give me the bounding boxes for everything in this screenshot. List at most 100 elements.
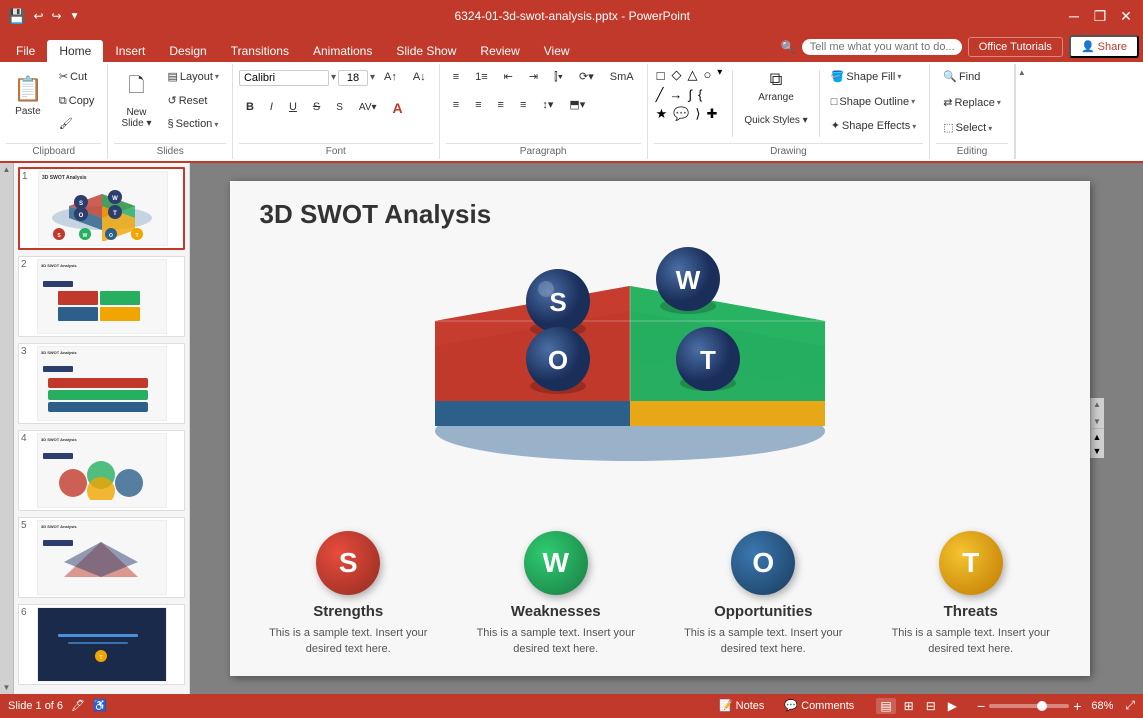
font-name-dropdown[interactable]: ▾ <box>331 72 336 83</box>
tab-insert[interactable]: Insert <box>103 40 157 62</box>
ribbon-collapse-button[interactable]: ▲ <box>1015 64 1039 159</box>
customize-icon[interactable]: ▼ <box>70 11 80 22</box>
scroll-down-button[interactable]: ▼ <box>1091 415 1103 428</box>
text-box-button[interactable]: ⬒▾ <box>562 94 592 118</box>
slide-thumb-5[interactable]: 5 3D SWOT Analysis <box>18 517 185 598</box>
replace-button[interactable]: ⇄ Replace ▾ <box>936 92 1008 116</box>
tab-transitions[interactable]: Transitions <box>219 40 301 62</box>
line-spacing-button[interactable]: ↕▾ <box>535 94 560 118</box>
text-direction-button[interactable]: ⟳▾ <box>572 66 601 90</box>
font-color-button[interactable]: A <box>386 94 410 122</box>
bold-button[interactable]: B <box>239 96 261 120</box>
close-button[interactable]: ✕ <box>1117 7 1135 25</box>
zoom-level[interactable]: 68% <box>1085 700 1113 712</box>
align-left-button[interactable]: ≡ <box>446 94 466 118</box>
triangle-shape[interactable]: △ <box>685 66 699 85</box>
ribbon-search-input[interactable] <box>802 39 962 55</box>
slide-canvas[interactable]: 3D SWOT Analysis <box>230 181 1090 676</box>
sidebar-scroll-top[interactable]: ▲ ▼ <box>0 163 14 694</box>
increase-indent-button[interactable]: ⇥ <box>522 66 545 90</box>
tab-review[interactable]: Review <box>468 40 531 62</box>
char-spacing-button[interactable]: AV▾ <box>352 97 384 119</box>
columns-button[interactable]: ⫿▾ <box>547 66 570 90</box>
tab-animations[interactable]: Animations <box>301 40 384 62</box>
cut-button[interactable]: ✂ Cut <box>52 66 102 90</box>
curve-shape[interactable]: ∫ <box>686 86 694 104</box>
shapes-more[interactable]: ▾ <box>715 66 724 85</box>
decrease-indent-button[interactable]: ⇤ <box>497 66 520 90</box>
bracket-shape[interactable]: { <box>696 86 704 104</box>
scroll-extra-2[interactable]: ▼ <box>1093 446 1102 456</box>
tab-view[interactable]: View <box>532 40 582 62</box>
arrow-shape[interactable]: → <box>667 86 684 104</box>
star-shape[interactable]: ★ <box>654 105 670 123</box>
save-icon[interactable]: 💾 <box>8 8 25 25</box>
underline-button[interactable]: U <box>282 96 304 120</box>
circle-shape[interactable]: ○ <box>701 66 713 85</box>
arrange-button[interactable]: ⧉ Arrange <box>737 66 814 106</box>
slide-thumb-4[interactable]: 4 3D SWOT Analysis <box>18 430 185 511</box>
font-size-dropdown[interactable]: ▾ <box>370 72 375 83</box>
font-size-input[interactable] <box>338 70 368 86</box>
office-tutorials-button[interactable]: Office Tutorials <box>968 37 1063 57</box>
share-button[interactable]: 👤 Share <box>1069 35 1139 58</box>
shadow-button[interactable]: S <box>329 97 350 119</box>
slide-sorter-button[interactable]: ⊞ <box>900 698 918 714</box>
format-painter-button[interactable]: 🖌 <box>52 113 102 137</box>
zoom-out-button[interactable]: − <box>977 698 985 714</box>
scroll-up-button[interactable]: ▲ <box>1091 398 1103 411</box>
shape-fill-button[interactable]: 🪣 Shape Fill ▾ <box>824 66 924 90</box>
slide-thumb-6[interactable]: 6 T <box>18 604 185 685</box>
zoom-in-button[interactable]: + <box>1073 698 1081 714</box>
redo-icon[interactable]: ↪ <box>52 9 62 23</box>
tab-design[interactable]: Design <box>157 40 218 62</box>
strikethrough-button[interactable]: S <box>306 96 327 120</box>
new-slide-button[interactable]: 🗋 NewSlide ▾ <box>114 66 158 134</box>
reset-button[interactable]: ↺ Reset <box>160 90 225 114</box>
notes-button[interactable]: 📝 Notes <box>713 697 770 714</box>
section-button[interactable]: § Section ▾ <box>160 113 225 137</box>
smart-art-button[interactable]: SmA <box>603 66 641 90</box>
tab-file[interactable]: File <box>4 40 47 62</box>
bullets-button[interactable]: ≡ <box>446 66 466 90</box>
find-button[interactable]: 🔍 Find <box>936 66 987 90</box>
minimize-button[interactable]: ─ <box>1065 7 1083 25</box>
zoom-slider[interactable] <box>989 704 1069 708</box>
shape-effects-button[interactable]: ✦ Shape Effects ▾ <box>824 115 924 139</box>
reading-view-button[interactable]: ⊟ <box>922 698 940 714</box>
numbering-button[interactable]: 1≡ <box>468 66 495 90</box>
align-right-button[interactable]: ≡ <box>491 94 511 118</box>
canvas-scrollbar-right[interactable]: ▲ ▼ ▲ ▼ <box>1090 398 1104 458</box>
accessibility-icon[interactable]: ♿ <box>93 699 107 712</box>
tab-home[interactable]: Home <box>47 40 103 62</box>
plus-shape[interactable]: ✚ <box>705 105 720 123</box>
decrease-font-button[interactable]: A↓ <box>406 66 433 90</box>
line-shape[interactable]: ╱ <box>654 86 666 104</box>
quick-styles-button[interactable]: Quick Styles ▾ <box>737 107 814 133</box>
scroll-extra-1[interactable]: ▲ <box>1093 432 1102 442</box>
italic-button[interactable]: I <box>263 96 280 120</box>
align-center-button[interactable]: ≡ <box>468 94 488 118</box>
select-button[interactable]: ⬚ Select ▾ <box>936 117 999 141</box>
shape-outline-button[interactable]: □ Shape Outline ▾ <box>824 91 924 115</box>
callout-shape[interactable]: 💬 <box>671 105 691 123</box>
undo-icon[interactable]: ↩ <box>33 9 43 23</box>
justify-button[interactable]: ≡ <box>513 94 533 118</box>
normal-view-button[interactable]: ▤ <box>876 698 895 714</box>
diamond-shape[interactable]: ◇ <box>669 66 683 85</box>
slide-notes-icon[interactable]: 🖊 <box>71 699 85 712</box>
slide-thumb-2[interactable]: 2 3D SWOT Analysis <box>18 256 185 337</box>
slide-thumb-1[interactable]: 1 3D SWOT Analysis S W O T <box>18 167 185 250</box>
slideshow-button[interactable]: ▶ <box>944 698 961 714</box>
paste-button[interactable]: 📋 Paste <box>6 66 50 126</box>
copy-button[interactable]: ⧉ Copy <box>52 90 102 114</box>
tab-slideshow[interactable]: Slide Show <box>384 40 468 62</box>
slide-thumb-3[interactable]: 3 3D SWOT Analysis <box>18 343 185 424</box>
increase-font-button[interactable]: A↑ <box>377 66 404 90</box>
restore-button[interactable]: ❐ <box>1091 7 1109 25</box>
chevron-shape[interactable]: ⟩ <box>693 105 702 123</box>
rect-shape[interactable]: □ <box>654 66 668 85</box>
layout-button[interactable]: ▤ Layout ▾ <box>160 66 225 90</box>
font-name-input[interactable] <box>239 70 329 86</box>
comments-button[interactable]: 💬 Comments <box>778 697 860 714</box>
